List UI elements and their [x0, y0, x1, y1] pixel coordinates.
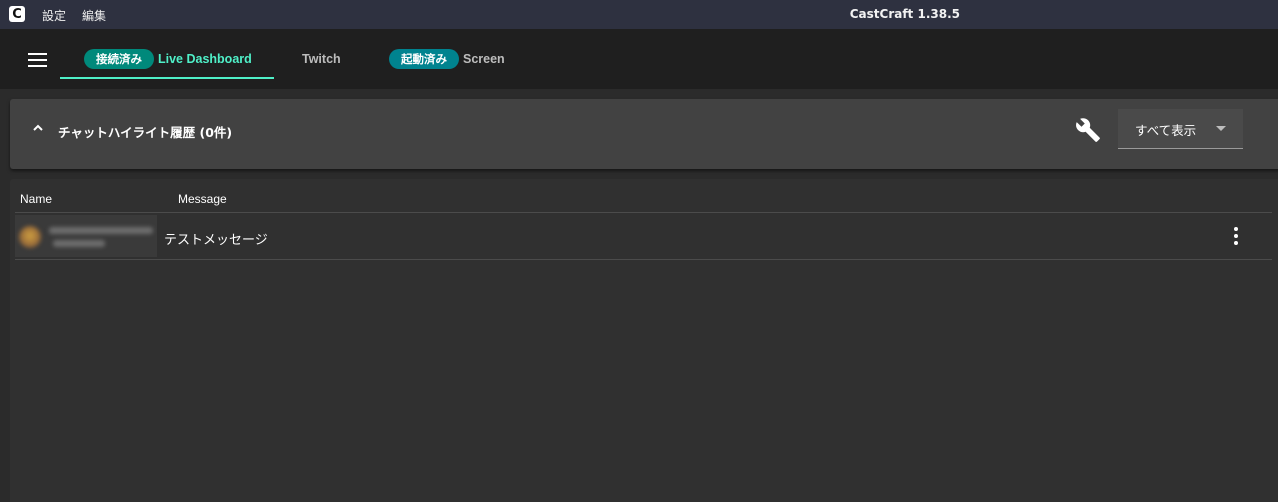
avatar	[19, 226, 41, 248]
chat-highlight-panel-header: チャットハイライト履歴 (0件) すべて表示	[10, 99, 1278, 169]
tab-label: Screen	[463, 52, 505, 66]
tab-label: Twitch	[302, 52, 341, 66]
caret-down-icon	[1216, 126, 1226, 131]
tab-live-dashboard[interactable]: 接続済み Live Dashboard	[84, 29, 252, 89]
message-cell: テストメッセージ	[164, 233, 268, 248]
column-header-name: Name	[20, 192, 53, 206]
tab-bar: 接続済み Live Dashboard Twitch 起動済み Screen	[0, 29, 1278, 89]
filter-select[interactable]: すべて表示	[1118, 109, 1243, 149]
panel-title: チャットハイライト履歴 (0件)	[58, 125, 233, 140]
chevron-up-icon[interactable]	[32, 122, 44, 134]
tab-screen[interactable]: 起動済み Screen	[389, 29, 505, 89]
blurred-user-name	[15, 215, 157, 257]
wrench-icon[interactable]	[1075, 117, 1101, 143]
status-badge-running: 起動済み	[389, 49, 459, 69]
row-divider	[15, 259, 1272, 260]
status-badge-connected: 接続済み	[84, 49, 154, 69]
more-vert-icon[interactable]	[1229, 227, 1243, 247]
menu-icon[interactable]	[28, 53, 47, 67]
header-divider	[15, 212, 1272, 213]
window-title: CastCraft 1.38.5	[849, 7, 960, 21]
highlight-table: Name Message テストメッセージ	[10, 179, 1278, 502]
tab-label: Live Dashboard	[158, 52, 252, 66]
filter-select-value: すべて表示	[1135, 123, 1197, 138]
active-tab-indicator	[60, 77, 274, 79]
window-titlebar: C 設定 編集 CastCraft 1.38.5	[0, 0, 1278, 29]
tab-twitch[interactable]: Twitch	[302, 29, 341, 89]
column-header-message: Message	[178, 192, 227, 206]
